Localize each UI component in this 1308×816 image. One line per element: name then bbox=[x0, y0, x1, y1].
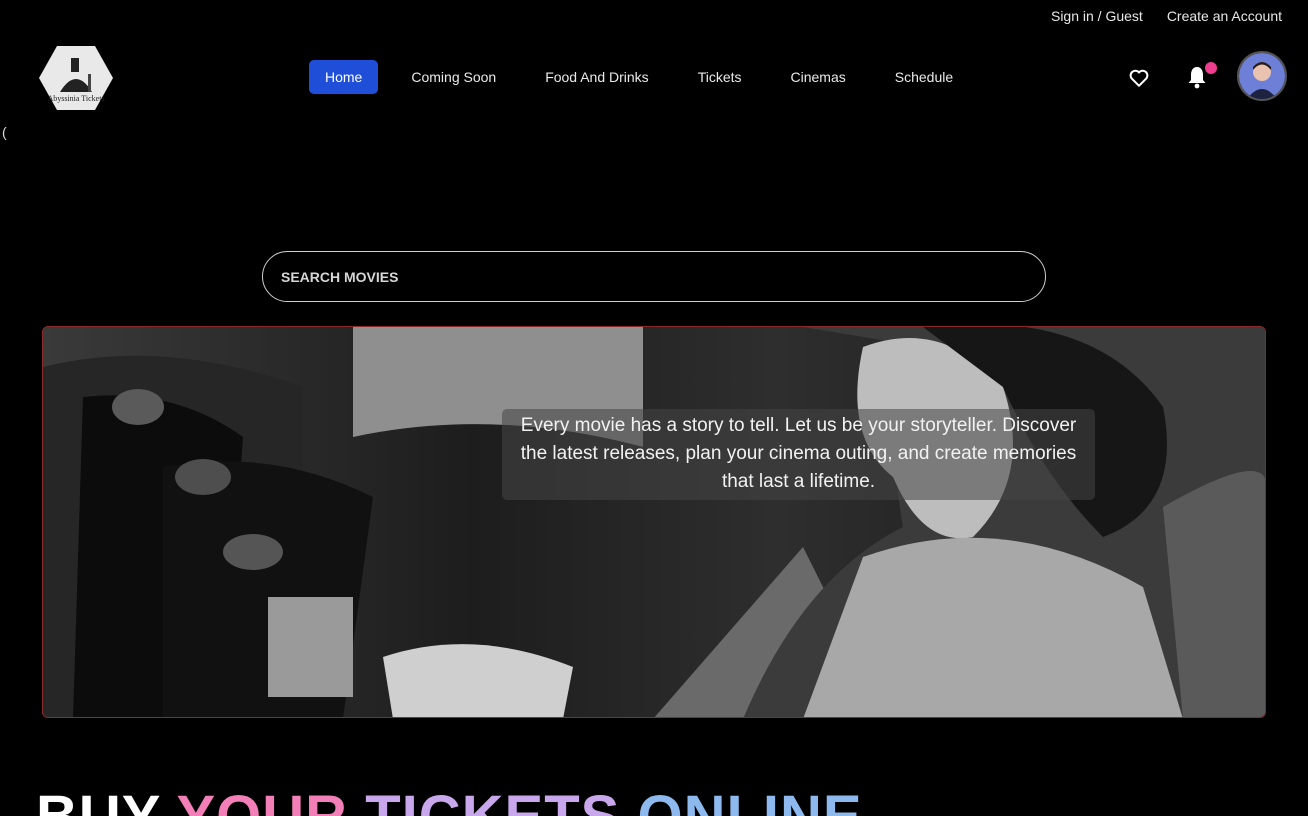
heart-icon[interactable] bbox=[1128, 67, 1150, 89]
stray-text: ( bbox=[2, 124, 7, 140]
nav-coming-soon[interactable]: Coming Soon bbox=[395, 60, 512, 94]
search-input[interactable] bbox=[262, 251, 1046, 302]
headline-word-your: YOUR bbox=[177, 784, 349, 816]
notification-dot bbox=[1205, 62, 1217, 74]
site-logo[interactable]: Abyssinia Tickets bbox=[38, 44, 114, 112]
cinema-audience-image bbox=[43, 327, 1265, 717]
top-links: Sign in / Guest Create an Account bbox=[1051, 8, 1282, 24]
nav-schedule[interactable]: Schedule bbox=[879, 60, 969, 94]
headline-word-online: ONLINE bbox=[637, 784, 862, 816]
create-account-link[interactable]: Create an Account bbox=[1167, 8, 1282, 24]
cinema-logo-icon: Abyssinia Tickets bbox=[39, 46, 113, 110]
headline-word-tickets: TICKETS bbox=[365, 784, 620, 816]
headline-word-buy: BUY bbox=[36, 784, 160, 816]
page-headline: BUY YOUR TICKETS ONLINE bbox=[36, 783, 863, 816]
hero-banner: Every movie has a story to tell. Let us … bbox=[42, 326, 1266, 718]
nav-cinemas[interactable]: Cinemas bbox=[775, 60, 862, 94]
hero-caption: Every movie has a story to tell. Let us … bbox=[502, 409, 1095, 500]
main-nav: Home Coming Soon Food And Drinks Tickets… bbox=[309, 60, 986, 94]
avatar[interactable] bbox=[1237, 51, 1287, 101]
nav-food-and-drinks[interactable]: Food And Drinks bbox=[529, 60, 665, 94]
signin-link[interactable]: Sign in / Guest bbox=[1051, 8, 1143, 24]
logo-text: Abyssinia Tickets bbox=[47, 94, 104, 103]
nav-home[interactable]: Home bbox=[309, 60, 379, 94]
nav-tickets[interactable]: Tickets bbox=[682, 60, 758, 94]
